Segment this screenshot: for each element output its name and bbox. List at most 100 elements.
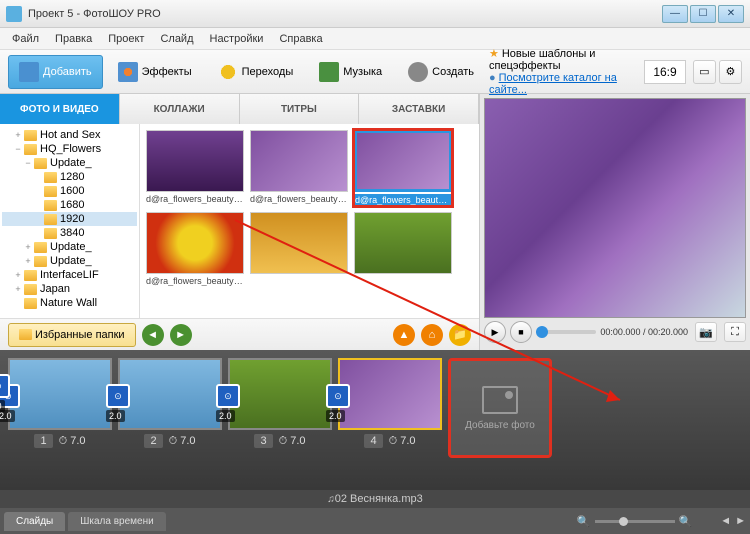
zoom-control: 🔍 🔍 ◄ ► — [577, 515, 746, 528]
timeline[interactable]: ⊙2.01⏱ 7.0⊙2.02⏱ 7.0⊙2.03⏱ 7.0⊙2.04⏱ 7.0… — [0, 350, 750, 490]
tree-item[interactable]: −HQ_Flowers — [2, 142, 137, 156]
minimize-button[interactable]: — — [662, 5, 688, 23]
view-tab-slides[interactable]: Слайды — [4, 512, 65, 531]
tree-item[interactable]: +Japan — [2, 282, 137, 296]
time-display: 00:00.000 / 00:20.000 — [600, 327, 688, 337]
menu-project[interactable]: Проект — [100, 30, 152, 48]
transition-box[interactable]: ⊙ — [216, 384, 240, 408]
playback-controls: ▶ ■ 00:00.000 / 00:20.000 📷 ⛶ — [484, 318, 746, 346]
tree-item[interactable]: +Update_ — [2, 240, 137, 254]
music-button[interactable]: Музыка — [308, 55, 393, 89]
menu-slide[interactable]: Слайд — [152, 30, 201, 48]
zoom-in-icon[interactable]: 🔍 — [679, 515, 693, 528]
tree-item[interactable]: 1280 — [2, 170, 137, 184]
snapshot-button[interactable]: 📷 — [695, 322, 717, 342]
add-photo-slot[interactable]: ⊙2.0Добавьте фото — [448, 358, 552, 458]
tab-titles[interactable]: ТИТРЫ — [240, 94, 360, 124]
tree-item[interactable]: 1680 — [2, 198, 137, 212]
tree-item[interactable]: 3840 — [2, 226, 137, 240]
aspect-ratio[interactable]: 16:9 — [644, 60, 685, 84]
timeline-slide[interactable]: ⊙2.01⏱ 7.0 — [8, 358, 112, 482]
tree-item[interactable]: −Update_ — [2, 156, 137, 170]
titlebar: Проект 5 - ФотоШОУ PRO — ☐ ✕ — [0, 0, 750, 28]
tree-item[interactable]: +Hot and Sex — [2, 128, 137, 142]
nav-forward-icon[interactable]: ► — [170, 324, 192, 346]
app-icon — [6, 6, 22, 22]
favorites-label: Избранные папки — [35, 329, 125, 341]
menu-help[interactable]: Справка — [271, 30, 330, 48]
tree-item[interactable]: +Update_ — [2, 254, 137, 268]
settings-button[interactable]: ⚙ — [719, 60, 742, 84]
tree-item[interactable]: Nature Wall — [2, 296, 137, 310]
timeline-slide[interactable]: ⊙2.02⏱ 7.0 — [118, 358, 222, 482]
tree-item[interactable]: 1920 — [2, 212, 137, 226]
tab-intros[interactable]: ЗАСТАВКИ — [359, 94, 479, 124]
seek-handle[interactable] — [536, 326, 548, 338]
tree-item[interactable]: +InterfaceLIF — [2, 268, 137, 282]
nav-home-icon[interactable]: ⌂ — [421, 324, 443, 346]
play-button[interactable]: ▶ — [484, 321, 506, 343]
thumbnail[interactable] — [250, 212, 348, 286]
stop-button[interactable]: ■ — [510, 321, 532, 343]
transition-box[interactable]: ⊙ — [326, 384, 350, 408]
promo-box: ★Новые шаблоны и спецэффекты ●Посмотрите… — [489, 47, 636, 96]
maximize-button[interactable]: ☐ — [690, 5, 716, 23]
zoom-out-icon[interactable]: 🔍 — [577, 515, 591, 528]
seek-bar[interactable] — [536, 330, 596, 334]
content-tabs: ФОТО И ВИДЕО КОЛЛАЖИ ТИТРЫ ЗАСТАВКИ — [0, 94, 479, 124]
tree-item[interactable]: 1600 — [2, 184, 137, 198]
effects-button[interactable]: Эффекты — [107, 55, 203, 89]
create-button[interactable]: Создать — [397, 55, 485, 89]
note-icon — [319, 62, 339, 82]
toolbar: Добавить Эффекты Переходы Музыка Создать… — [0, 50, 750, 94]
zoom-handle[interactable] — [619, 517, 628, 526]
thumbnail[interactable] — [354, 212, 452, 286]
transitions-label: Переходы — [242, 66, 294, 78]
timeline-slide[interactable]: ⊙2.04⏱ 7.0 — [338, 358, 442, 482]
preview-pane — [484, 98, 746, 318]
menu-edit[interactable]: Правка — [47, 30, 100, 48]
nav-add-folder-icon[interactable]: 📁 — [449, 324, 471, 346]
menubar: Файл Правка Проект Слайд Настройки Справ… — [0, 28, 750, 50]
window-title: Проект 5 - ФотоШОУ PRO — [28, 8, 660, 20]
add-button[interactable]: Добавить — [8, 55, 103, 89]
gear-icon — [408, 62, 428, 82]
thumbnail[interactable]: d@ra_flowers_beauty (33 — [146, 130, 244, 206]
create-label: Создать — [432, 66, 474, 78]
scroll-left-icon[interactable]: ◄ — [720, 515, 731, 527]
thumbnail-grid: d@ra_flowers_beauty (33d@ra_flowers_beau… — [140, 124, 479, 318]
folder-tree[interactable]: +Hot and Sex−HQ_Flowers−Update_128016001… — [0, 124, 140, 318]
star-badge-icon: ★ — [489, 48, 499, 60]
globe-icon: ● — [489, 72, 496, 84]
favorites-button[interactable]: Избранные папки — [8, 323, 136, 347]
fullscreen-button[interactable]: ⛶ — [724, 322, 746, 342]
thumbnail[interactable]: d@ra_flowers_beauty (47 — [146, 212, 244, 286]
view-tab-timeline[interactable]: Шкала времени — [68, 512, 165, 531]
promo-link[interactable]: Посмотрите каталог на сайте... — [489, 72, 617, 96]
display-mode-button[interactable]: ▭ — [693, 60, 716, 84]
palette-icon — [118, 62, 138, 82]
folder-icon — [19, 329, 32, 340]
star-icon — [218, 62, 238, 82]
timeline-slide[interactable]: ⊙2.03⏱ 7.0 — [228, 358, 332, 482]
preview-image — [485, 99, 745, 317]
favorites-row: Избранные папки ◄ ► ▲ ⌂ 📁 — [0, 318, 479, 350]
close-button[interactable]: ✕ — [718, 5, 744, 23]
scroll-right-icon[interactable]: ► — [735, 515, 746, 527]
menu-file[interactable]: Файл — [4, 30, 47, 48]
transition-box[interactable]: ⊙ — [106, 384, 130, 408]
view-tabs: Слайды Шкала времени 🔍 🔍 ◄ ► — [0, 508, 750, 534]
thumbnail[interactable]: d@ra_flowers_beauty (45 — [250, 130, 348, 206]
effects-label: Эффекты — [142, 66, 192, 78]
tab-photo-video[interactable]: ФОТО И ВИДЕО — [0, 94, 120, 124]
tab-collages[interactable]: КОЛЛАЖИ — [120, 94, 240, 124]
thumbnail[interactable]: d@ra_flowers_beauty (46... — [354, 130, 452, 206]
promo-line1: Новые шаблоны и спецэффекты — [489, 48, 595, 72]
music-label: Музыка — [343, 66, 382, 78]
nav-up-icon[interactable]: ▲ — [393, 324, 415, 346]
audio-track[interactable]: ♫ 02 Веснянка.mp3 — [0, 490, 750, 508]
transition-box[interactable]: ⊙ — [0, 374, 10, 398]
transitions-button[interactable]: Переходы — [207, 55, 305, 89]
menu-settings[interactable]: Настройки — [202, 30, 272, 48]
nav-back-icon[interactable]: ◄ — [142, 324, 164, 346]
